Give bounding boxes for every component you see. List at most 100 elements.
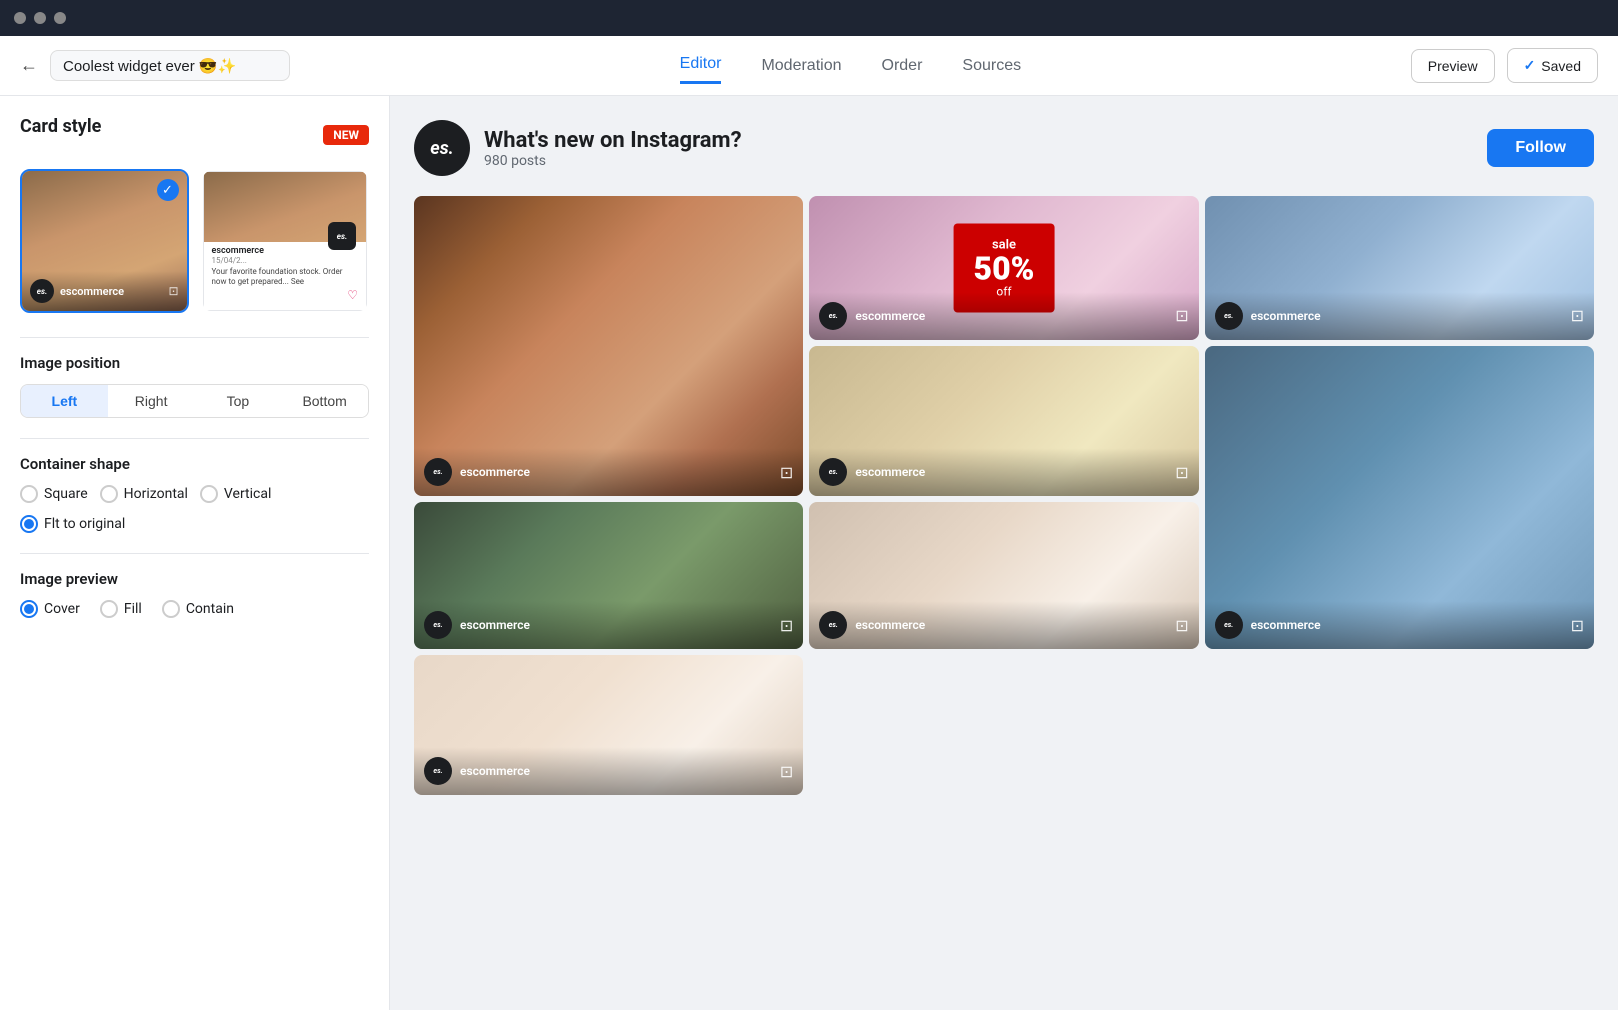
position-right[interactable]: Right <box>108 385 195 417</box>
follow-button[interactable]: Follow <box>1487 129 1594 167</box>
preview-cover[interactable]: Cover <box>20 600 80 618</box>
post-5-username: escommerce <box>1251 618 1321 632</box>
image-preview-group: Cover Fill Contain <box>20 600 369 618</box>
widget-title-input[interactable] <box>50 50 290 81</box>
tab-order[interactable]: Order <box>882 47 923 84</box>
post-4-overlay: es. escommerce ⊡ <box>809 448 1198 496</box>
tab-editor[interactable]: Editor <box>680 47 722 84</box>
topnav-actions: Preview ✓ Saved <box>1411 48 1598 83</box>
post-card-3[interactable]: es. escommerce ⊡ <box>1205 196 1594 340</box>
preview-contain-radio[interactable] <box>162 600 180 618</box>
post-4-username: escommerce <box>855 465 925 479</box>
card1-check: ✓ <box>157 179 179 201</box>
post-7-ig-icon: ⊡ <box>1175 616 1188 635</box>
position-bottom[interactable]: Bottom <box>281 385 368 417</box>
container-shape-group: Square Horizontal Vertical Flt to origin… <box>20 485 369 533</box>
card-style-options: es. escommerce ⊡ ✓ es. escommerce <box>20 169 369 313</box>
card-style-header: Card style NEW <box>20 116 369 153</box>
post-3-overlay: es. escommerce ⊡ <box>1205 292 1594 340</box>
post-5-ig-icon: ⊡ <box>1571 616 1584 635</box>
saved-button[interactable]: ✓ Saved <box>1507 48 1598 83</box>
sale-percent: 50% <box>974 252 1035 284</box>
shape-fit-radio[interactable] <box>20 515 38 533</box>
post-2-username: escommerce <box>855 309 925 323</box>
post-card-2[interactable]: sale 50% off es. escommerce ⊡ <box>809 196 1198 340</box>
preview-contain[interactable]: Contain <box>162 600 234 618</box>
card1-logo: es. <box>30 279 54 303</box>
shape-horizontal[interactable]: Horizontal <box>100 485 188 503</box>
post-8-ig-icon: ⊡ <box>780 762 793 781</box>
post-1-logo: es. <box>424 458 452 486</box>
back-button[interactable]: ← <box>20 55 38 76</box>
post-7-logo: es. <box>819 611 847 639</box>
preview-button[interactable]: Preview <box>1411 49 1495 83</box>
card2-ig-icon: ♡ <box>347 288 358 302</box>
shape-square-radio[interactable] <box>20 485 38 503</box>
card-style-title: Card style <box>20 116 101 137</box>
post-card-1[interactable]: es. escommerce ⊡ <box>414 196 803 496</box>
position-top[interactable]: Top <box>195 385 282 417</box>
post-card-6[interactable]: es. escommerce ⊡ <box>414 502 803 649</box>
posts-grid: es. escommerce ⊡ sale 50% off es. escomm… <box>414 196 1594 795</box>
post-2-ig-icon: ⊡ <box>1175 306 1188 325</box>
right-panel: es. What's new on Instagram? 980 posts F… <box>390 96 1618 1010</box>
post-6-ig-icon: ⊡ <box>780 616 793 635</box>
shape-vertical-radio[interactable] <box>200 485 218 503</box>
shape-vertical[interactable]: Vertical <box>200 485 271 503</box>
shape-square[interactable]: Square <box>20 485 88 503</box>
tab-sources[interactable]: Sources <box>962 47 1021 84</box>
post-6-overlay: es. escommerce ⊡ <box>414 601 803 649</box>
post-card-4[interactable]: es. escommerce ⊡ <box>809 346 1198 497</box>
card2-date: 15/04/2... <box>212 256 359 265</box>
shape-fit-to-original[interactable]: Flt to original <box>20 515 125 533</box>
post-3-ig-icon: ⊡ <box>1571 306 1584 325</box>
post-7-username: escommerce <box>855 618 925 632</box>
main-layout: Card style NEW es. escommerce ⊡ ✓ <box>0 96 1618 1010</box>
card2-text: Your favorite foundation stock. Order no… <box>212 267 359 288</box>
post-8-logo: es. <box>424 757 452 785</box>
tab-moderation[interactable]: Moderation <box>761 47 841 84</box>
widget-info: What's new on Instagram? 980 posts <box>484 128 1487 169</box>
preview-fill-radio[interactable] <box>100 600 118 618</box>
nav-tabs: Editor Moderation Order Sources <box>290 47 1411 84</box>
post-1-overlay: es. escommerce ⊡ <box>414 448 803 496</box>
card2-logo: es. <box>328 222 356 250</box>
widget-title: What's new on Instagram? <box>484 128 1487 153</box>
titlebar-dot-2 <box>34 12 46 24</box>
new-badge: NEW <box>323 125 369 145</box>
post-3-username: escommerce <box>1251 309 1321 323</box>
titlebar-dot-3 <box>54 12 66 24</box>
post-card-8[interactable]: es. escommerce ⊡ <box>414 655 803 795</box>
widget-logo: es. <box>414 120 470 176</box>
card-option-2[interactable]: es. escommerce 15/04/2... Your favorite … <box>201 169 370 313</box>
post-1-ig-icon: ⊡ <box>780 463 793 482</box>
post-6-logo: es. <box>424 611 452 639</box>
preview-fill[interactable]: Fill <box>100 600 142 618</box>
post-4-ig-icon: ⊡ <box>1175 463 1188 482</box>
shape-horizontal-radio[interactable] <box>100 485 118 503</box>
check-icon: ✓ <box>1524 57 1536 74</box>
titlebar <box>0 0 1618 36</box>
post-2-overlay: es. escommerce ⊡ <box>809 292 1198 340</box>
divider-1 <box>20 337 369 338</box>
post-3-logo: es. <box>1215 302 1243 330</box>
position-left[interactable]: Left <box>21 385 108 417</box>
post-card-7[interactable]: es. escommerce ⊡ <box>809 502 1198 649</box>
post-5-logo: es. <box>1215 611 1243 639</box>
card1-name: escommerce <box>60 285 124 298</box>
titlebar-dot-1 <box>14 12 26 24</box>
left-panel: Card style NEW es. escommerce ⊡ ✓ <box>0 96 390 1010</box>
post-4-logo: es. <box>819 458 847 486</box>
position-tabs: Left Right Top Bottom <box>20 384 369 418</box>
post-6-username: escommerce <box>460 618 530 632</box>
divider-2 <box>20 438 369 439</box>
saved-label: Saved <box>1541 58 1581 74</box>
preview-cover-radio[interactable] <box>20 600 38 618</box>
card1-ig-icon: ⊡ <box>168 284 178 298</box>
post-2-logo: es. <box>819 302 847 330</box>
post-5-overlay: es. escommerce ⊡ <box>1205 601 1594 649</box>
post-card-5[interactable]: es. escommerce ⊡ <box>1205 346 1594 650</box>
container-shape-title: Container shape <box>20 455 369 473</box>
card-option-1[interactable]: es. escommerce ⊡ ✓ <box>20 169 189 313</box>
widget-posts-count: 980 posts <box>484 153 1487 169</box>
